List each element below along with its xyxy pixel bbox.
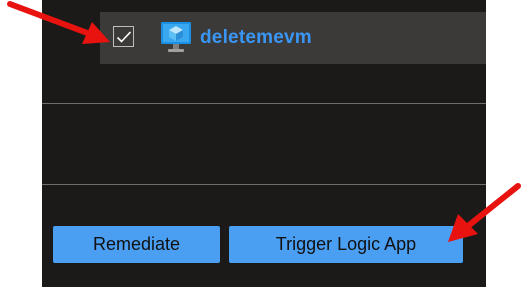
- trigger-logic-app-button[interactable]: Trigger Logic App: [229, 226, 463, 263]
- checkmark-icon: [116, 31, 132, 43]
- virtual-machine-icon: [161, 22, 191, 52]
- resource-checkbox[interactable]: [113, 26, 134, 47]
- page-margin: [486, 0, 523, 287]
- divider: [42, 184, 486, 185]
- remediate-button[interactable]: Remediate: [53, 226, 220, 263]
- divider: [42, 103, 486, 104]
- resource-name-link[interactable]: deletemevm: [200, 26, 312, 50]
